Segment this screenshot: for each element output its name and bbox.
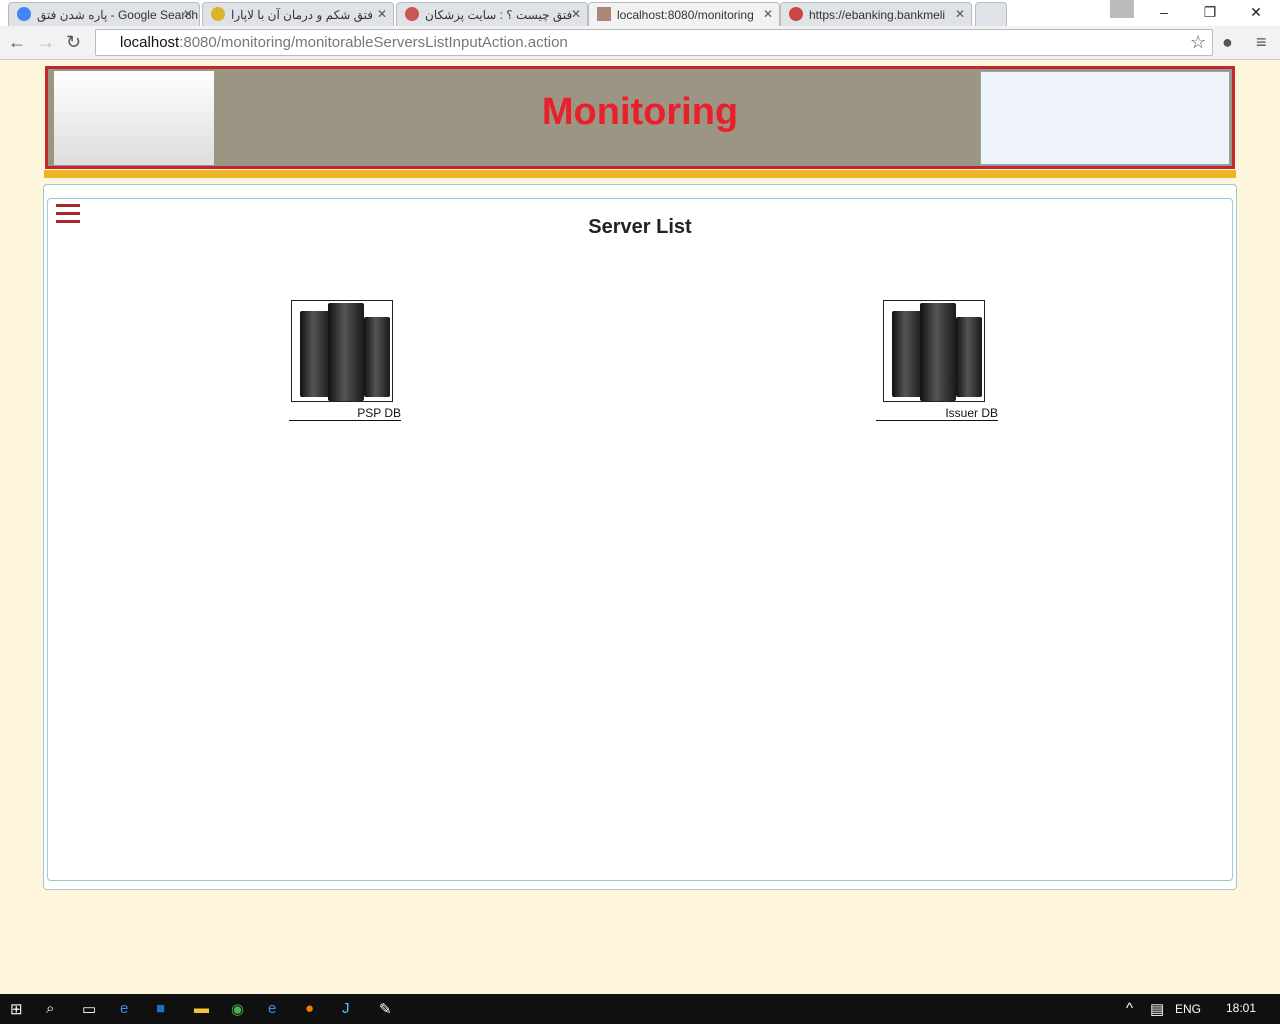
menu-icon[interactable]: ≡ bbox=[1256, 32, 1267, 53]
server-issuer-db-image[interactable] bbox=[883, 300, 985, 402]
reload-icon[interactable]: ↻ bbox=[66, 32, 81, 53]
paint-icon[interactable]: ✎ bbox=[379, 1000, 392, 1018]
google-icon bbox=[17, 7, 31, 21]
show-hidden-icons[interactable]: ^ bbox=[1126, 1000, 1133, 1017]
divider-bar bbox=[44, 170, 1236, 178]
extension-icon[interactable]: ● bbox=[1222, 32, 1233, 53]
clock[interactable]: 18:01 bbox=[1226, 1001, 1256, 1015]
close-tab-icon[interactable]: ✕ bbox=[377, 7, 387, 21]
close-tab-icon[interactable]: ✕ bbox=[763, 7, 773, 21]
task-view-icon[interactable]: ▭ bbox=[82, 1000, 96, 1018]
close-tab-icon[interactable]: ✕ bbox=[183, 7, 193, 21]
file-explorer-icon[interactable]: ▬ bbox=[194, 1000, 209, 1017]
close-window-button[interactable]: ✕ bbox=[1233, 0, 1279, 24]
dashboard-screenshot-image bbox=[980, 71, 1230, 165]
server-list-panel: Server List PSP DB Issuer DB bbox=[47, 198, 1233, 881]
site-icon bbox=[405, 7, 419, 21]
close-tab-icon[interactable]: ✕ bbox=[955, 7, 965, 21]
windows-start-icon[interactable]: ⊞ bbox=[10, 1000, 23, 1018]
forward-icon[interactable]: → bbox=[37, 32, 55, 53]
outlook-icon[interactable]: ■ bbox=[156, 1000, 165, 1017]
page-title: Server List bbox=[588, 216, 692, 238]
intellij-icon[interactable]: J bbox=[342, 1000, 350, 1017]
server-psp-db-image[interactable] bbox=[291, 300, 393, 402]
tab-strip: پاره شدن فتق - Google Search ✕ فتق شکم و … bbox=[0, 0, 1280, 26]
profile-icon[interactable] bbox=[1110, 0, 1134, 18]
ie-icon[interactable]: e bbox=[268, 1000, 276, 1017]
site-icon bbox=[789, 7, 803, 21]
chrome-icon[interactable]: ◉ bbox=[231, 1000, 244, 1018]
banner: Monitoring bbox=[45, 66, 1235, 169]
bookmark-star-icon[interactable]: ☆ bbox=[1190, 32, 1206, 53]
tab-3[interactable]: فتق چیست ؟ : سایت پزشکان ✕ bbox=[396, 2, 588, 26]
server-psp-db-link[interactable]: PSP DB bbox=[289, 406, 401, 421]
tab-monitoring[interactable]: localhost:8080/monitoring ✕ bbox=[588, 2, 780, 26]
minimize-button[interactable]: – bbox=[1141, 0, 1187, 24]
content-panel: Server List PSP DB Issuer DB bbox=[43, 184, 1237, 890]
site-icon bbox=[211, 7, 225, 21]
taskbar: ⊞ ⌕ ▭ e ■ ▬ ◉ e ● J ✎ ^ ▤ ENG 18:01 bbox=[0, 994, 1280, 1024]
notification-icon[interactable]: ▤ bbox=[1150, 1000, 1164, 1018]
firefox-icon[interactable]: ● bbox=[305, 1000, 314, 1017]
restore-button[interactable]: ❐ bbox=[1187, 0, 1233, 24]
server-issuer-db-link[interactable]: Issuer DB bbox=[876, 406, 998, 421]
site-icon bbox=[597, 7, 611, 21]
tab-2[interactable]: فتق شکم و درمان آن با لاپارا ✕ bbox=[202, 2, 394, 26]
browser-toolbar: ← → ↻ localhost:8080/monitoring/monitora… bbox=[0, 26, 1280, 60]
new-tab-button[interactable] bbox=[975, 2, 1007, 26]
search-icon[interactable]: ⌕ bbox=[46, 1000, 54, 1017]
tab-google-search[interactable]: پاره شدن فتق - Google Search ✕ bbox=[8, 2, 200, 26]
edge-icon[interactable]: e bbox=[120, 1000, 128, 1017]
tab-ebanking[interactable]: https://ebanking.bankmeli ✕ bbox=[780, 2, 972, 26]
language-indicator[interactable]: ENG bbox=[1175, 1002, 1201, 1016]
back-icon[interactable]: ← bbox=[8, 32, 26, 53]
close-tab-icon[interactable]: ✕ bbox=[571, 7, 581, 21]
address-bar[interactable]: localhost:8080/monitoring/monitorableSer… bbox=[95, 29, 1213, 56]
